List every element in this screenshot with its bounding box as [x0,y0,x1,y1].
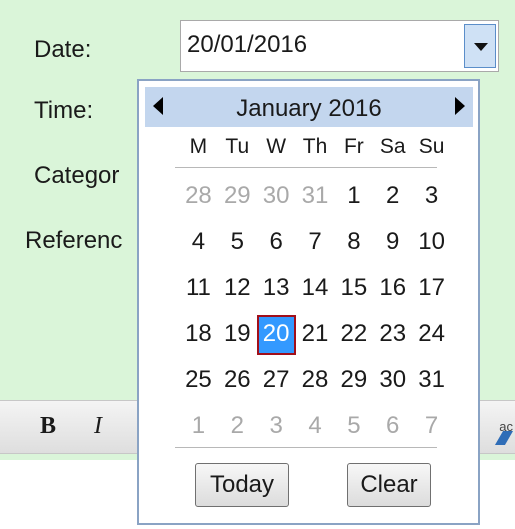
day-cell[interactable]: 29 [334,361,373,401]
weekday-label: W [266,135,287,158]
day-cell[interactable]: 5 [334,407,373,447]
month-title[interactable]: January 2016 [145,95,473,123]
day-cell[interactable]: 27 [257,361,296,401]
day-cell[interactable]: 1 [334,177,373,217]
day-cell[interactable]: 4 [296,407,335,447]
day-cell[interactable]: 8 [334,223,373,263]
divider [175,447,437,448]
day-cell[interactable]: 5 [218,223,257,263]
day-cell[interactable]: 21 [296,315,335,355]
calendar-header: January 2016 [145,87,473,127]
day-cell[interactable]: 30 [257,177,296,217]
day-cell[interactable]: 6 [257,223,296,263]
day-cell[interactable]: 31 [296,177,335,217]
today-button[interactable]: Today [195,463,289,507]
day-cell[interactable]: 30 [373,361,412,401]
day-cell[interactable]: 13 [257,269,296,309]
day-cell[interactable]: 31 [412,361,451,401]
bold-button[interactable]: B [40,413,56,440]
day-cell[interactable]: 10 [412,223,451,263]
weekday-label: Tu [225,135,250,158]
day-cell[interactable]: 7 [412,407,451,447]
day-cell[interactable]: 7 [296,223,335,263]
day-cell-selected[interactable]: 20 [256,315,296,355]
day-cell[interactable]: 9 [373,223,412,263]
date-value[interactable]: 20/01/2016 [187,31,307,59]
day-cell[interactable]: 2 [373,177,412,217]
day-cell[interactable]: 26 [218,361,257,401]
day-cell[interactable]: 15 [334,269,373,309]
date-label: Date: [34,36,92,63]
day-cell[interactable]: 25 [179,361,218,401]
brush-icon[interactable] [494,431,514,445]
week-row: 11 12 13 14 15 16 17 [179,269,451,315]
date-picker-field[interactable]: 20/01/2016 [180,20,499,72]
day-cell[interactable]: 22 [334,315,373,355]
day-cell[interactable]: 14 [296,269,335,309]
day-cell[interactable]: 24 [412,315,451,355]
day-grid: 28 29 30 31 1 2 3 4 5 6 7 8 9 10 11 12 13 14 15 16 17 18 19 20 2… [179,177,451,453]
time-label: Time: [34,97,94,124]
day-cell[interactable]: 19 [218,315,257,355]
day-cell[interactable]: 1 [179,407,218,447]
category-label: Categor [34,162,120,189]
day-cell[interactable]: 3 [257,407,296,447]
week-row: 18 19 20 21 22 23 24 [179,315,451,361]
calendar-popup: January 2016 M Tu W Th Fr Sa Su 28 29 30 31… [137,79,480,525]
weekday-header: M Tu W Th Fr Sa Su [179,135,451,165]
week-row: 25 26 27 28 29 30 31 [179,361,451,407]
day-cell[interactable]: 4 [179,223,218,263]
day-cell[interactable]: 3 [412,177,451,217]
weekday-label: Su [418,135,445,158]
italic-button[interactable]: I [94,413,102,440]
day-cell[interactable]: 17 [412,269,451,309]
day-cell[interactable]: 11 [179,269,218,309]
week-row: 4 5 6 7 8 9 10 [179,223,451,269]
weekday-label: Fr [343,135,364,158]
day-cell[interactable]: 16 [373,269,412,309]
day-cell[interactable]: 28 [179,177,218,217]
day-cell[interactable]: 28 [296,361,335,401]
weekday-label: M [189,135,208,158]
reference-label: Referenc [25,227,123,254]
day-cell[interactable]: 18 [179,315,218,355]
chevron-down-icon[interactable] [464,24,496,68]
weekday-label: Th [302,135,328,158]
divider [175,167,437,168]
chevron-right-icon[interactable] [455,97,465,115]
day-cell[interactable]: 29 [218,177,257,217]
weekday-label: Sa [379,135,406,158]
day-cell[interactable]: 6 [373,407,412,447]
day-cell[interactable]: 23 [373,315,412,355]
clear-button[interactable]: Clear [347,463,431,507]
day-cell[interactable]: 12 [218,269,257,309]
week-row: 28 29 30 31 1 2 3 [179,177,451,223]
day-cell[interactable]: 2 [218,407,257,447]
